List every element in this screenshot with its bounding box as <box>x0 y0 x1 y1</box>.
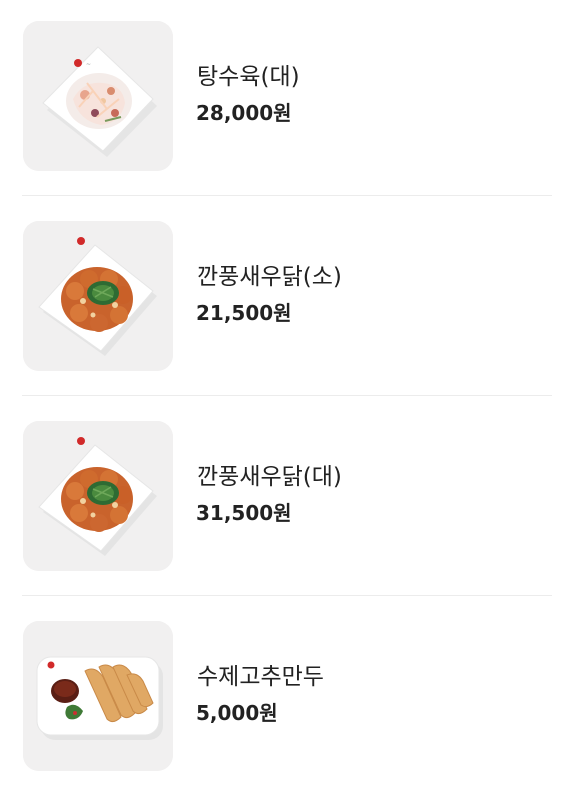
menu-item-name: 깐풍새우닭(대) <box>197 464 342 490</box>
menu-item-price: 5,000원 <box>196 701 278 725</box>
menu-item-image[interactable] <box>23 421 173 571</box>
divider <box>22 595 552 596</box>
menu-item[interactable]: 깐풍새우닭(대) 31,500원 <box>22 400 552 600</box>
menu-item-image[interactable] <box>23 221 173 371</box>
menu-item-price: 28,000원 <box>196 101 292 125</box>
kkanpung-plate-icon <box>23 421 173 571</box>
menu-item-image[interactable]: ~ <box>23 21 173 171</box>
menu-item-name: 탕수육(대) <box>197 64 300 90</box>
menu-item-price: 31,500원 <box>196 501 292 525</box>
dumpling-plate-icon <box>23 621 173 771</box>
menu-item[interactable]: 깐풍새우닭(소) 21,500원 <box>22 200 552 400</box>
menu-item-name: 깐풍새우닭(소) <box>197 264 342 290</box>
menu-item-price: 21,500원 <box>196 301 292 325</box>
kkanpung-plate-icon <box>23 221 173 371</box>
menu-item[interactable]: ~ 탕수육(대) 28,000원 <box>22 0 552 200</box>
menu-list: ~ 탕수육(대) 28,000원 깐풍새우닭(소) 21,500원 깐풍새우닭(… <box>0 0 562 784</box>
svg-text:~: ~ <box>86 61 91 68</box>
divider <box>22 395 552 396</box>
menu-item-name: 수제고추만두 <box>197 664 324 690</box>
menu-item-image[interactable] <box>23 621 173 771</box>
menu-item[interactable]: 수제고추만두 5,000원 <box>22 600 552 800</box>
salad-plate-icon: ~ <box>23 21 173 171</box>
divider <box>22 195 552 196</box>
